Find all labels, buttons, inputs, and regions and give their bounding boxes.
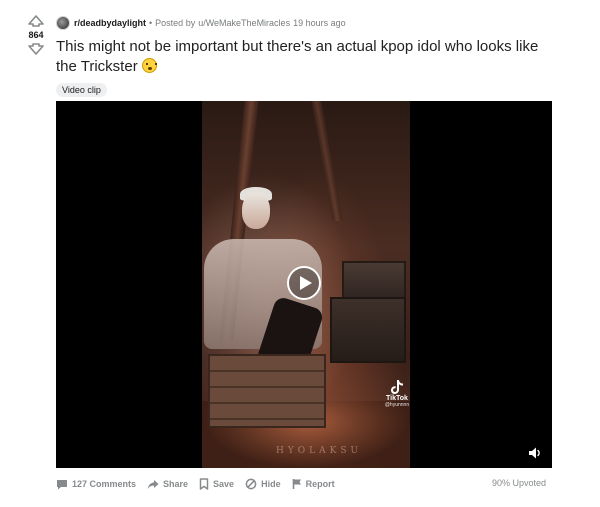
comment-icon (57, 479, 67, 489)
wooden-crate (208, 354, 326, 428)
hide-label: Hide (261, 479, 281, 489)
post-title[interactable]: This might not be important but there's … (56, 37, 556, 77)
play-icon (299, 276, 312, 290)
arrow-up-icon (28, 15, 44, 27)
video-player[interactable]: TikTok @hyunnnn HYOLAKSU (56, 101, 552, 468)
share-icon (147, 479, 159, 489)
person-head (242, 193, 270, 229)
post-time[interactable]: 19 hours ago (293, 18, 346, 28)
report-button[interactable]: Report (292, 478, 335, 490)
share-button[interactable]: Share (147, 479, 188, 490)
subreddit-avatar[interactable] (56, 16, 70, 30)
wooden-beam (311, 101, 343, 221)
post-flair[interactable]: Video clip (56, 83, 107, 97)
save-label: Save (213, 479, 235, 489)
save-button[interactable]: Save (199, 478, 234, 490)
tiktok-label: TikTok (386, 395, 408, 402)
volume-button[interactable] (528, 446, 542, 460)
post-meta: r/deadbydaylight • Posted by u/WeMakeThe… (56, 14, 556, 32)
upvote-ratio: 90% Upvoted (491, 478, 546, 488)
hide-icon (245, 478, 257, 490)
tiktok-handle: @hyunnnn (384, 402, 410, 408)
post-actions: 127 Comments Share Save Hide Report 90% … (56, 478, 556, 490)
vote-column: 864 (24, 14, 48, 56)
post-title-text: This might not be important but there's … (56, 38, 539, 75)
video-watermark: HYOLAKSU (276, 446, 363, 456)
posted-by-label: Posted by (155, 18, 196, 28)
volume-icon (529, 447, 540, 459)
upvote-button[interactable] (26, 14, 46, 28)
meta-separator: • (149, 18, 153, 28)
tiktok-icon (391, 380, 403, 394)
report-label: Report (305, 479, 335, 489)
flag-icon (292, 479, 301, 489)
downvote-button[interactable] (26, 42, 46, 56)
share-label: Share (163, 479, 189, 489)
bookmark-icon (199, 478, 209, 490)
comments-label: 127 Comments (72, 479, 137, 489)
flushed-face-icon (141, 58, 157, 73)
hide-button[interactable]: Hide (245, 478, 281, 490)
background-crate (330, 297, 406, 363)
post: r/deadbydaylight • Posted by u/WeMakeThe… (56, 14, 556, 98)
author-link[interactable]: u/WeMakeTheMiracles (198, 18, 290, 28)
background-crate (342, 261, 406, 301)
tiktok-watermark: TikTok @hyunnnn (382, 379, 412, 408)
play-button[interactable] (287, 266, 321, 300)
arrow-down-icon (28, 43, 44, 55)
subreddit-link[interactable]: r/deadbydaylight (74, 18, 146, 28)
vote-count: 864 (28, 30, 44, 40)
comments-button[interactable]: 127 Comments (56, 479, 136, 490)
